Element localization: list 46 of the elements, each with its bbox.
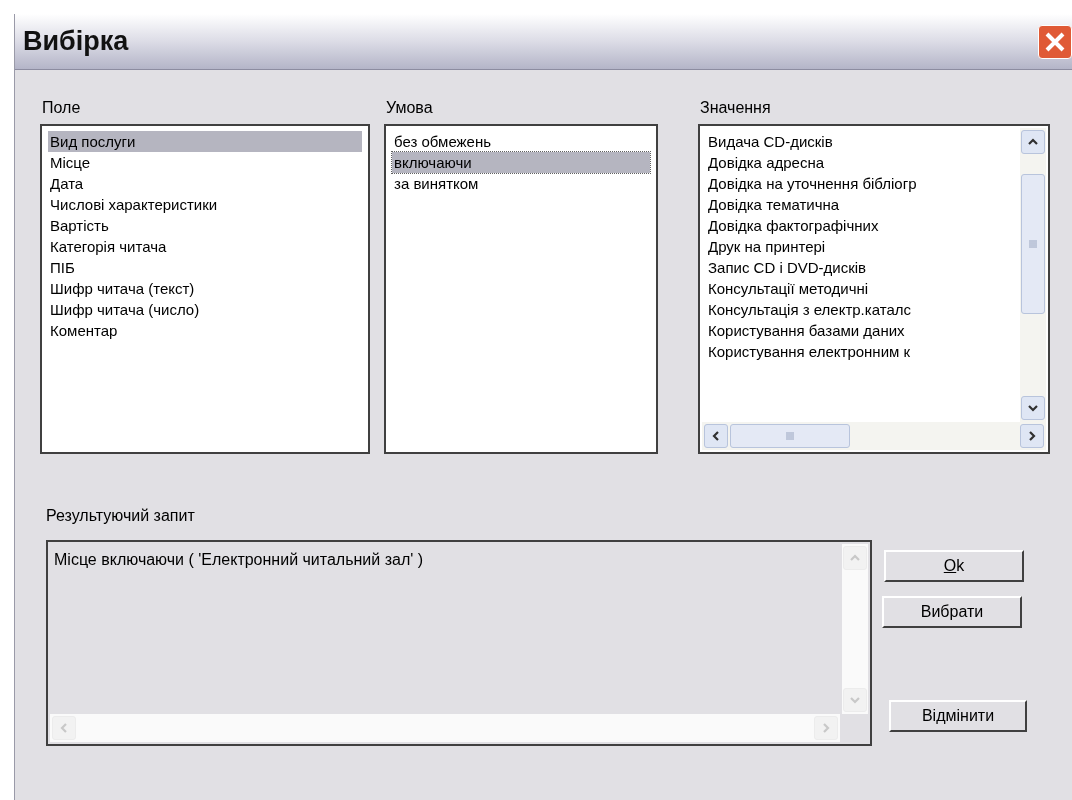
list-item[interactable]: Користування базами даних	[706, 320, 1016, 341]
list-item[interactable]: Шифр читача (число)	[48, 299, 362, 320]
list-item[interactable]: за винятком	[392, 173, 650, 194]
list-item[interactable]: Довідка адресна	[706, 152, 1016, 173]
list-item[interactable]: Консультації методичні	[706, 278, 1016, 299]
list-item[interactable]: Запис CD і DVD-дисків	[706, 257, 1016, 278]
list-item[interactable]: Місце	[48, 152, 362, 173]
list-item[interactable]: Шифр читача (текст)	[48, 278, 362, 299]
list-box[interactable]: Вид послуги Місце Дата Числові характеристики Вартість Категорія читача ПІБ Шифр читача (текст) Шифр читача (число) Коментар	[40, 124, 370, 454]
list-item[interactable]: Вартість	[48, 215, 362, 236]
list-item[interactable]: Категорія читача	[48, 236, 362, 257]
scroll-arrow-button[interactable]	[1020, 424, 1044, 448]
query-text: Місце включаючи ( 'Електронний читальний зал' )	[54, 550, 424, 570]
scroll-arrow-button[interactable]	[704, 424, 728, 448]
list-label: Умова	[386, 98, 434, 118]
list-item[interactable]: Числові характеристики	[48, 194, 362, 215]
close-icon	[1044, 30, 1066, 53]
scrollbar-thumb[interactable]	[730, 424, 850, 448]
list-item[interactable]: Друк на принтері	[706, 236, 1016, 257]
query-label: Результуючий запит	[46, 506, 196, 526]
list-item[interactable]: Дата	[48, 173, 362, 194]
scrollbar-thumb[interactable]	[1021, 174, 1045, 314]
list-box[interactable]	[698, 124, 1050, 454]
list-item[interactable]: Консультація з електр.каталс	[706, 299, 1016, 320]
list-item[interactable]: Коментар	[48, 320, 362, 341]
list-item[interactable]: без обмежень	[392, 131, 650, 152]
list-label: Значення	[700, 98, 772, 118]
window-title: Вибірка	[23, 25, 129, 59]
dialog-button[interactable]: Ok	[884, 550, 1024, 582]
list-item[interactable]: Довідка тематична	[706, 194, 1016, 215]
dialog-button[interactable]: Відмінити	[889, 700, 1027, 732]
list-box[interactable]: без обмежень включаючи за винятком	[384, 124, 658, 454]
horizontal-scrollbar[interactable]	[702, 422, 1046, 450]
list-item[interactable]: ПІБ	[48, 257, 362, 278]
list-item[interactable]: Користування електронним к	[706, 341, 1016, 362]
list-label: Поле	[42, 98, 82, 118]
list-item[interactable]: Довідка фактографічних	[706, 215, 1016, 236]
close-button[interactable]	[1038, 24, 1072, 59]
dialog-button[interactable]: Вибрати	[882, 596, 1022, 628]
vertical-scrollbar[interactable]	[1020, 128, 1046, 422]
list-item[interactable]: Довідка на уточнення бібліогр	[706, 173, 1016, 194]
list-item[interactable]: Вид послуги	[48, 131, 362, 152]
list-item[interactable]: Видача CD-дисків	[706, 131, 1016, 152]
list-item[interactable]: включаючи	[392, 152, 650, 173]
scroll-arrow-button[interactable]	[1021, 396, 1045, 420]
scroll-arrow-button[interactable]	[1021, 130, 1045, 154]
